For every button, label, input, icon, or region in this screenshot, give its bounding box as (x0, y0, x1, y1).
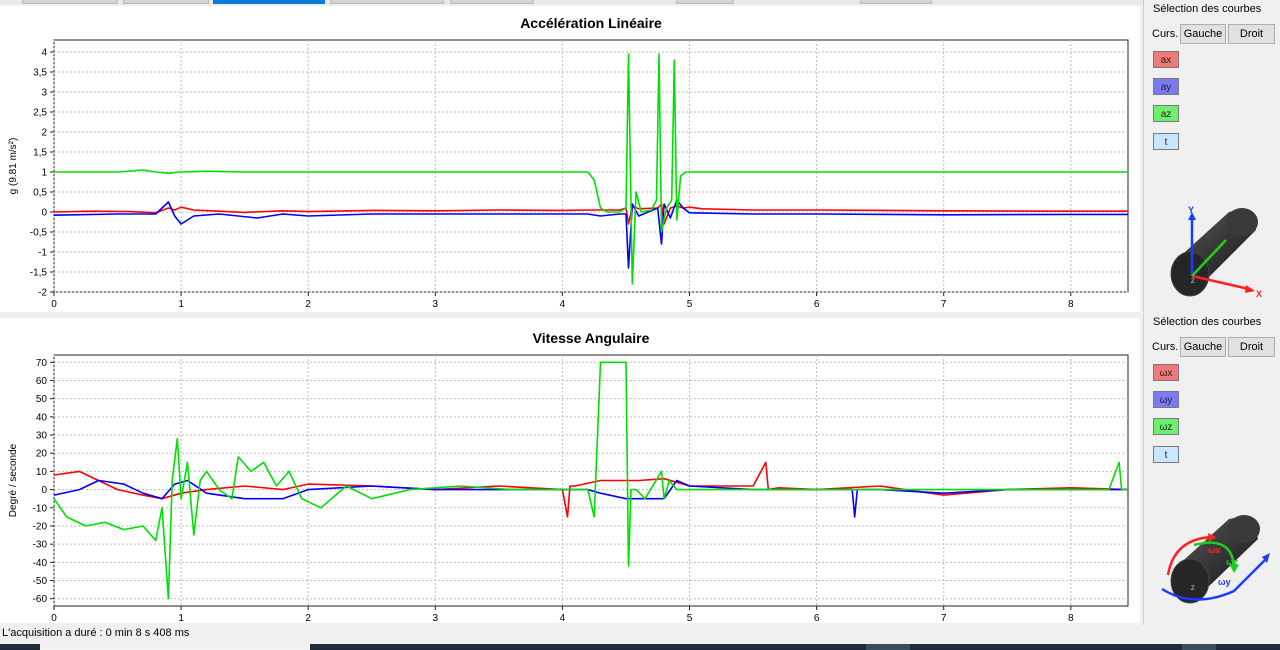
y-axis-label: g (9.81 m/s²) (8, 138, 19, 195)
y-tick-label: 30 (36, 431, 48, 442)
y-tick-label: 50 (36, 394, 48, 405)
cylinder-face (1170, 251, 1210, 297)
y-tick-label: 20 (36, 449, 48, 460)
y-tick-label: -30 (33, 540, 48, 551)
acquisition-status: L'acquisition a duré : 0 min 8 s 408 ms (2, 627, 190, 639)
tab[interactable] (123, 0, 209, 4)
y-tick-label: -40 (33, 558, 48, 569)
y-tick-label: 0,5 (33, 188, 47, 199)
toggle-az[interactable]: az (1153, 105, 1179, 122)
cylinder-back (1228, 515, 1260, 543)
tab[interactable] (860, 0, 932, 4)
cursor-right-button[interactable]: Droit (1228, 24, 1275, 44)
x-tick-label: 8 (1068, 299, 1074, 310)
y-tick-label: 0 (41, 485, 47, 496)
acceleration-chart-panel: Accélération Linéaire -2 -1,5 -1 -0,5 0 0,5 1 1,… (0, 6, 1140, 312)
y-tick-label: 1 (41, 168, 47, 179)
x-tick-label: 6 (814, 299, 820, 310)
x-tick-label: 3 (433, 613, 439, 623)
y-tick-label: 3,5 (33, 68, 47, 79)
tab-active[interactable] (213, 0, 325, 4)
omega-z-label: ωz (1226, 557, 1239, 567)
cursor-label: Curs. (1152, 341, 1179, 353)
x-tick-label: 1 (178, 613, 184, 623)
taskbar-clock (1182, 644, 1216, 650)
y-tick-label: 70 (36, 358, 48, 369)
y-tick-label: -10 (33, 503, 48, 514)
x-tick-label: 0 (51, 299, 57, 310)
cursor-right-button[interactable]: Droit (1228, 337, 1275, 357)
sensor-axes-diagram: Y X Z (1170, 205, 1262, 299)
y-tick-label: 10 (36, 467, 48, 478)
panel-title: Sélection des courbes (1153, 3, 1262, 15)
chart-title: Accélération Linéaire (520, 15, 662, 31)
axis-label-z: Z (1191, 279, 1195, 285)
x-tick-label: 4 (560, 299, 566, 310)
tab[interactable] (450, 0, 534, 4)
y-tick-label: 40 (36, 412, 48, 423)
x-tick-label: 5 (687, 613, 693, 623)
y-tick-label: -1,5 (30, 268, 48, 279)
x-tick-label: 2 (305, 613, 311, 623)
x-tick-label: 1 (178, 299, 184, 310)
x-tick-label: 4 (560, 613, 566, 623)
y-tick-label: 0 (41, 208, 47, 219)
omega-x-label: ωx (1208, 545, 1221, 555)
plot-area (53, 39, 1129, 293)
angular-velocity-chart-panel: Vitesse Angulaire -60 -50 -40 -30 -20 -10 0 10 20… (0, 318, 1140, 623)
x-tick-label: 5 (687, 299, 693, 310)
sensor-rotation-diagram: ωx ωz ωy Z (1161, 515, 1270, 604)
toggle-t[interactable]: t (1153, 133, 1179, 150)
chart-title: Vitesse Angulaire (533, 330, 650, 346)
angular-velocity-chart[interactable]: Vitesse Angulaire-60-50-40-30-20-1001020… (0, 318, 1140, 623)
acceleration-chart[interactable]: Accélération Linéaire -2 -1,5 -1 -0,5 0 0,5 1 1,… (0, 6, 1140, 312)
curve-selection-panel-acceleration: Sélection des courbes Curs. Gauche Droit… (1143, 0, 1280, 312)
y-tick-label: -60 (33, 594, 48, 605)
y-tick-label: 60 (36, 376, 48, 387)
y-tick-label: -0,5 (30, 228, 48, 239)
axis-label-z: Z (1191, 586, 1195, 592)
taskbar-search[interactable] (40, 644, 310, 650)
y-tick-label: 2 (41, 128, 47, 139)
cylinder-back (1226, 208, 1258, 236)
y-tick-label: 4 (41, 48, 47, 59)
axis-label-y: Y (1188, 205, 1194, 215)
tab[interactable] (676, 0, 734, 4)
toggle-wz[interactable]: ωz (1153, 418, 1179, 435)
y-tick-label: 1,5 (33, 148, 47, 159)
curve-selection-panel-angular: Sélection des courbes Curs. Gauche Droit… (1143, 313, 1280, 625)
x-tick-label: 7 (941, 299, 947, 310)
plot-area (53, 354, 1129, 607)
x-tick-label: 7 (941, 613, 947, 623)
cursor-left-button[interactable]: Gauche (1180, 24, 1226, 44)
y-axis-label: Degré / seconde (8, 443, 19, 517)
toggle-ax[interactable]: ax (1153, 51, 1179, 68)
y-tick-label: -50 (33, 576, 48, 587)
axis-label-x: X (1256, 289, 1262, 299)
y-tick-label: 2,5 (33, 108, 47, 119)
x-tick-label: 2 (305, 299, 311, 310)
toggle-t[interactable]: t (1153, 446, 1179, 463)
y-tick-label: -2 (38, 288, 47, 299)
x-tick-label: 0 (51, 613, 57, 623)
y-tick-label: -20 (33, 521, 48, 532)
toggle-wy[interactable]: ωy (1153, 391, 1179, 408)
y-tick-label: -1 (38, 248, 47, 259)
cursor-left-button[interactable]: Gauche (1180, 337, 1226, 357)
x-tick-label: 6 (814, 613, 820, 623)
omega-y-label: ωy (1218, 577, 1231, 587)
y-tick-label: 3 (41, 88, 47, 99)
toggle-wx[interactable]: ωx (1153, 364, 1179, 381)
cursor-label: Curs. (1152, 28, 1179, 40)
toggle-ay[interactable]: ay (1153, 78, 1179, 95)
tab[interactable] (330, 0, 444, 4)
tab[interactable] (22, 0, 118, 4)
top-tab-strip (0, 0, 1280, 4)
taskbar-app[interactable] (866, 644, 910, 650)
panel-title: Sélection des courbes (1153, 316, 1262, 328)
x-tick-label: 3 (433, 299, 439, 310)
x-tick-label: 8 (1068, 613, 1074, 623)
